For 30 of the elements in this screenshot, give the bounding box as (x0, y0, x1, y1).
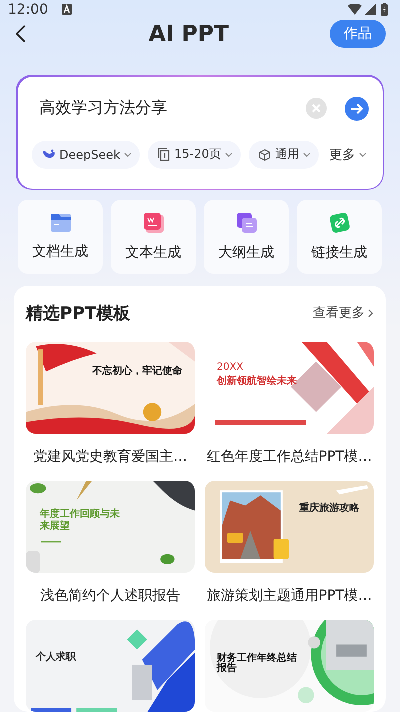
works-button[interactable]: 作品 (330, 20, 386, 48)
more-dropdown[interactable]: 更多 (330, 146, 368, 164)
text-generate-button[interactable]: 文本生成 (111, 200, 196, 274)
slide-title: 个人求职 (36, 652, 76, 664)
outline-generate-button[interactable]: 大纲生成 (204, 200, 289, 274)
see-more-link[interactable]: 查看更多 (313, 304, 374, 322)
document-generate-button[interactable]: 文档生成 (18, 200, 103, 274)
slide-title: 不忘初心，牢记使命 (91, 366, 184, 378)
template-thumbnail[interactable]: 财务工作年终总结报告 (205, 620, 374, 712)
model-dropdown[interactable]: DeepSeek (32, 140, 140, 168)
link-generate-button[interactable]: 链接生成 (297, 200, 382, 274)
template-thumbnail[interactable]: 不忘初心，牢记使命 (26, 342, 195, 434)
template-thumbnail[interactable]: 20XX 创新领航智绘未来 (205, 342, 374, 434)
slide-title: 财务工作年终总结报告 (217, 654, 298, 674)
slide-subtitle: 20XX (217, 362, 244, 373)
page-count-dropdown[interactable]: 15-20页 (148, 140, 242, 168)
topic-input-field[interactable]: 高效学习方法分享 (32, 99, 296, 118)
template-name: 红色年度工作总结PPT模… (206, 448, 374, 467)
slide-title: 重庆旅游攻略 (298, 503, 360, 514)
section-title: 精选PPT模板 (26, 302, 132, 324)
template-name: 浅色简约个人述职报告 (40, 587, 182, 606)
slide-title: 年度工作回顾与未来展望 (40, 509, 121, 532)
page-title: AI PPT (148, 22, 230, 47)
slide-title: 创新领航智绘未来 (217, 376, 297, 388)
template-thumbnail[interactable]: 重庆旅游攻略 (205, 481, 374, 573)
template-name: 党建风党史教育爱国主… (32, 448, 188, 467)
status-time: 12:00 (8, 2, 48, 18)
style-dropdown[interactable]: 通用 (249, 140, 320, 168)
template-thumbnail[interactable]: 个人求职 (26, 620, 195, 712)
template-name: 旅游策划主题通用PPT模… (206, 587, 374, 606)
